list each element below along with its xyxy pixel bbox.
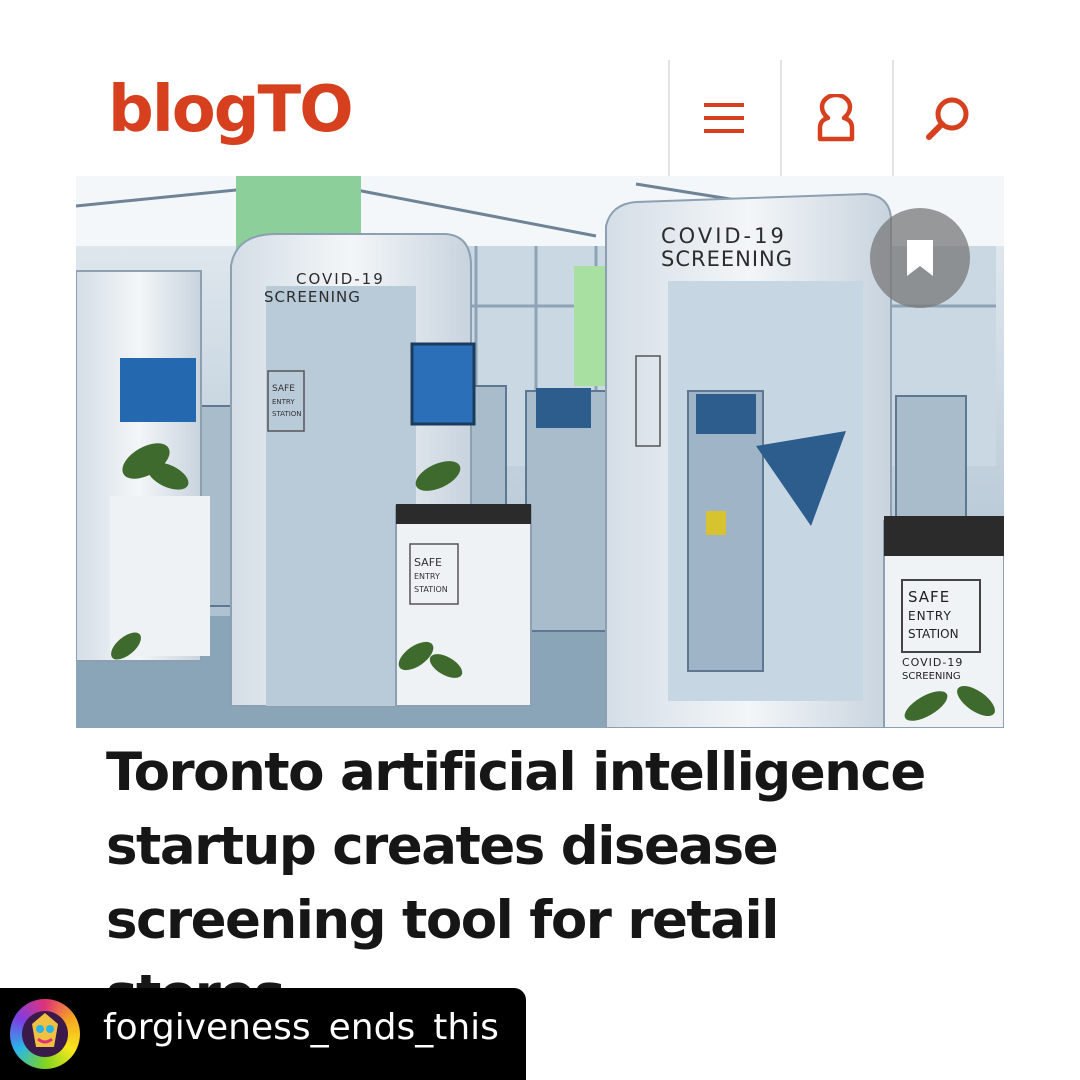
- avatar[interactable]: [10, 999, 80, 1069]
- svg-text:SAFE: SAFE: [908, 588, 950, 606]
- svg-text:SCREENING: SCREENING: [661, 247, 793, 271]
- covid-screening-photo: COVID-19 SCREENING SAFE ENTRY STATION SA…: [76, 176, 1004, 728]
- svg-text:SAFE: SAFE: [272, 384, 295, 394]
- bookmark-icon: [907, 240, 933, 276]
- svg-text:ENTRY: ENTRY: [414, 572, 440, 581]
- site-header: blogTO: [0, 0, 1080, 176]
- article-hero-image[interactable]: COVID-19 SCREENING SAFE ENTRY STATION SA…: [76, 176, 1004, 728]
- blogto-logo[interactable]: blogTO: [108, 78, 354, 142]
- bookmark-button[interactable]: [870, 208, 970, 308]
- svg-text:ENTRY: ENTRY: [272, 398, 295, 406]
- user-icon: [817, 94, 855, 142]
- menu-button[interactable]: [672, 70, 776, 166]
- menu-icon: [704, 103, 744, 133]
- svg-text:STATION: STATION: [908, 627, 959, 641]
- repost-attribution[interactable]: forgiveness_ends_this: [0, 988, 526, 1080]
- repost-username[interactable]: forgiveness_ends_this: [103, 1010, 499, 1046]
- svg-text:COVID-19: COVID-19: [661, 224, 787, 248]
- svg-text:COVID-19: COVID-19: [296, 270, 385, 288]
- account-button[interactable]: [784, 70, 888, 166]
- nav-divider: [892, 60, 894, 176]
- svg-text:SCREENING: SCREENING: [264, 288, 361, 306]
- svg-text:COVID-19: COVID-19: [902, 656, 963, 669]
- avatar-art: [22, 1011, 68, 1057]
- search-button[interactable]: [896, 70, 1000, 166]
- svg-text:SAFE: SAFE: [414, 556, 442, 569]
- svg-text:STATION: STATION: [272, 410, 302, 418]
- svg-text:STATION: STATION: [414, 585, 448, 594]
- nav-divider: [780, 60, 782, 176]
- search-icon: [926, 97, 969, 140]
- nav-divider: [668, 60, 670, 176]
- svg-text:SCREENING: SCREENING: [902, 671, 961, 682]
- svg-text:ENTRY: ENTRY: [908, 609, 952, 623]
